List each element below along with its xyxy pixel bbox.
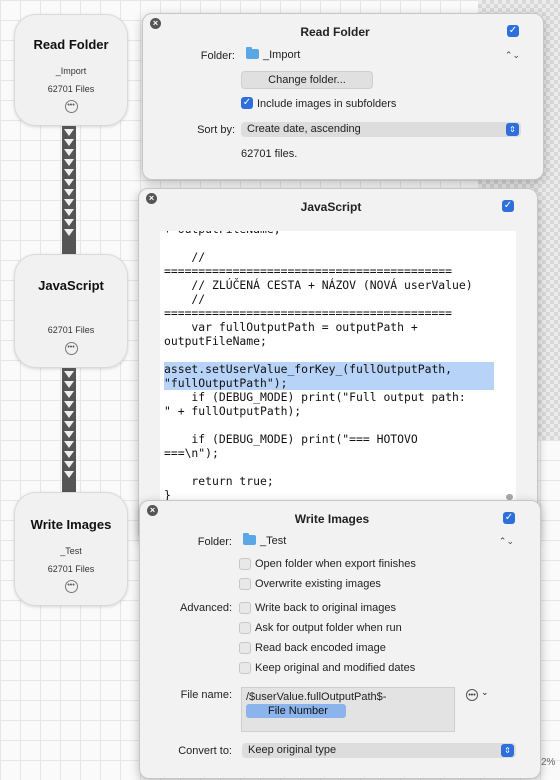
node-file-count: 62701 Files [47, 325, 95, 335]
updown-chevron-icon: ⌃⌄ [504, 50, 520, 60]
updown-arrows-icon: ⇕ [506, 123, 519, 136]
change-folder-button[interactable]: Change folder... [241, 71, 373, 89]
code-line: if (DEBUG_MODE) print("Full output path: [164, 390, 466, 404]
chevron-down-icon[interactable]: ⌄ [481, 687, 489, 698]
read-folder-enable-checkbox[interactable]: ✓ [507, 25, 519, 37]
code-line: "fullOutputPath"); [164, 376, 494, 390]
code-line: } [164, 488, 171, 500]
option-label: Open folder when export finishes [255, 558, 416, 570]
updown-arrows-icon: ⇕ [501, 744, 514, 757]
node-more-icon[interactable]: ••• [64, 342, 78, 355]
node-write-images[interactable]: Write Images _Test 62701 Files ••• [14, 492, 128, 606]
file-name-field[interactable]: /$userValue.fullOutputPath$- File Number [241, 687, 455, 732]
folder-label: Folder: [197, 536, 232, 548]
code-line: ========================================… [164, 306, 453, 320]
code-line: // [164, 250, 206, 264]
overwrite-checkbox[interactable] [239, 578, 251, 590]
node-title: JavaScript [38, 278, 104, 293]
convert-label: Convert to: [178, 745, 232, 757]
panel-title: JavaScript [300, 200, 362, 214]
code-text: + outputFileName; //====================… [160, 231, 516, 500]
sort-value: Create date, ascending [247, 123, 361, 135]
node-subtitle: _Test [60, 546, 82, 556]
node-subtitle: _Import [55, 66, 87, 76]
include-subfolders-label: Include images in subfolders [257, 98, 397, 110]
code-line: // ZLÚČENÁ CESTA + NÁZOV (NOVÁ userValue… [164, 278, 473, 292]
code-line: ========================================… [164, 264, 453, 278]
connector-1 [62, 126, 76, 256]
convert-value: Keep original type [248, 744, 337, 756]
code-line: var fullOutputPath = outputPath + [164, 320, 418, 334]
code-line: if (DEBUG_MODE) print("=== HOTOVO [164, 432, 418, 446]
file-name-text: /$userValue.fullOutputPath$- [246, 691, 387, 703]
folder-value: _Import [263, 49, 301, 61]
folder-icon [243, 533, 256, 545]
more-options-icon[interactable]: ••• [466, 689, 478, 701]
option-label: Overwrite existing images [255, 578, 381, 590]
code-editor[interactable]: + outputFileName; //====================… [160, 231, 516, 500]
folder-label: Folder: [200, 50, 235, 62]
updown-chevron-icon: ⌃⌄ [498, 536, 514, 546]
code-line: asset.setUserValue_forKey_(fullOutputPat… [164, 362, 494, 376]
write-images-enable-checkbox[interactable]: ✓ [503, 512, 515, 524]
zoom-level: 2% [541, 757, 556, 768]
node-file-count: 62701 Files [47, 84, 95, 94]
file-count: 62701 files. [241, 148, 298, 160]
include-subfolders-checkbox[interactable]: ✓ [241, 97, 253, 109]
node-more-icon[interactable]: ••• [64, 100, 78, 113]
node-title: Write Images [30, 517, 112, 532]
javascript-enable-checkbox[interactable]: ✓ [502, 200, 514, 212]
ask-output-folder-checkbox[interactable] [239, 622, 251, 634]
folder-popup[interactable]: _Import ⌃⌄ [246, 47, 522, 61]
code-line: return true; [164, 474, 274, 488]
node-title: Read Folder [33, 37, 109, 52]
connector-2 [62, 368, 76, 494]
sort-popup[interactable]: Create date, ascending ⇕ [241, 122, 521, 137]
code-line: outputFileName; [164, 334, 267, 348]
node-javascript[interactable]: JavaScript 62701 Files ••• [14, 254, 128, 368]
option-label: Write back to original images [255, 602, 397, 614]
folder-popup[interactable]: _Test ⌃⌄ [243, 533, 516, 547]
read-back-checkbox[interactable] [239, 642, 251, 654]
write-back-checkbox[interactable] [239, 602, 251, 614]
option-label: Keep original and modified dates [255, 662, 416, 674]
panel-title: Write Images [294, 512, 370, 526]
keep-dates-checkbox[interactable] [239, 662, 251, 674]
node-more-icon[interactable]: ••• [64, 580, 78, 593]
node-file-count: 62701 Files [47, 564, 95, 574]
convert-popup[interactable]: Keep original type ⇕ [242, 743, 516, 758]
code-line: " + fullOutputPath); [164, 404, 302, 418]
option-label: Ask for output folder when run [255, 622, 402, 634]
folder-icon [246, 47, 259, 59]
folder-value: _Test [260, 535, 287, 547]
file-name-label: File name: [180, 689, 232, 701]
code-line: ===\n"); [164, 446, 219, 460]
panel-title: Read Folder [300, 25, 370, 39]
advanced-label: Advanced: [180, 602, 232, 614]
code-line: // [164, 292, 206, 306]
node-read-folder[interactable]: Read Folder _Import 62701 Files ••• [14, 14, 128, 126]
file-number-token[interactable]: File Number [246, 704, 346, 718]
open-folder-checkbox[interactable] [239, 558, 251, 570]
sort-label: Sort by: [197, 124, 235, 136]
option-label: Read back encoded image [255, 642, 386, 654]
